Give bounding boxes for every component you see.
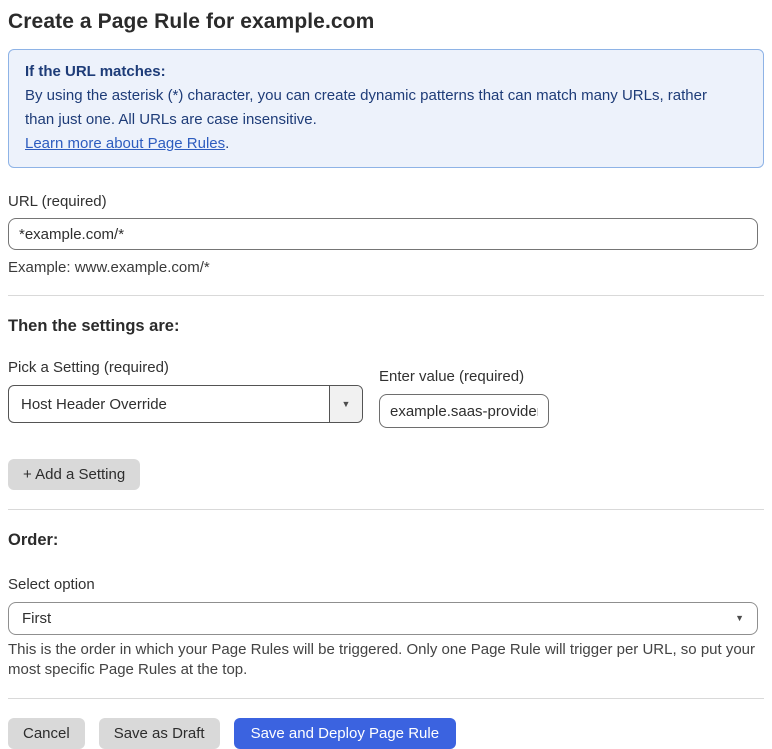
page-rule-form: Create a Page Rule for example.com If th… <box>0 0 772 749</box>
setting-value-column: Enter value (required) <box>379 368 549 428</box>
order-help-text: This is the order in which your Page Rul… <box>8 641 756 678</box>
learn-more-link[interactable]: Learn more about Page Rules <box>25 135 225 152</box>
setting-picker-column: Pick a Setting (required) Host Header Ov… <box>8 359 363 423</box>
order-section-heading: Order: <box>8 531 59 549</box>
add-setting-button[interactable]: + Add a Setting <box>8 459 141 490</box>
setting-value-input[interactable] <box>379 394 549 428</box>
url-matches-info-box: If the URL matches: By using the asteris… <box>8 49 764 168</box>
url-example-text: Example: www.example.com/* <box>8 259 210 276</box>
url-input[interactable] <box>8 218 758 250</box>
info-box-link-line: Learn more about Page Rules. <box>25 132 747 156</box>
order-select-value: First <box>22 610 52 627</box>
form-actions: Cancel Save as Draft Save and Deploy Pag… <box>8 718 764 749</box>
page-title: Create a Page Rule for example.com <box>8 10 375 33</box>
link-suffix: . <box>225 135 230 152</box>
url-field-label: URL (required) <box>8 193 107 210</box>
info-box-body: By using the asterisk (*) character, you… <box>25 87 707 128</box>
setting-select[interactable]: Host Header Override ▼ <box>8 385 363 423</box>
divider <box>8 295 764 296</box>
setting-value-label: Enter value (required) <box>379 368 525 385</box>
divider <box>8 509 764 510</box>
url-field-block: URL (required) Example: www.example.com/… <box>8 193 764 276</box>
divider <box>8 698 764 699</box>
save-as-draft-button[interactable]: Save as Draft <box>98 718 220 749</box>
cancel-button[interactable]: Cancel <box>8 718 85 749</box>
chevron-down-icon: ▼ <box>341 398 351 409</box>
order-select[interactable]: First ▼ <box>8 602 758 635</box>
info-box-heading: If the URL matches: <box>25 63 166 80</box>
chevron-down-icon: ▼ <box>735 613 744 623</box>
dropdown-arrow-box: ▼ <box>329 386 362 422</box>
order-select-label: Select option <box>8 576 95 593</box>
settings-section-heading: Then the settings are: <box>8 317 180 335</box>
setting-select-value: Host Header Override <box>21 395 167 413</box>
setting-picker-label: Pick a Setting (required) <box>8 359 169 376</box>
save-and-deploy-button[interactable]: Save and Deploy Page Rule <box>233 718 457 749</box>
setting-row: Pick a Setting (required) Host Header Ov… <box>8 359 764 428</box>
